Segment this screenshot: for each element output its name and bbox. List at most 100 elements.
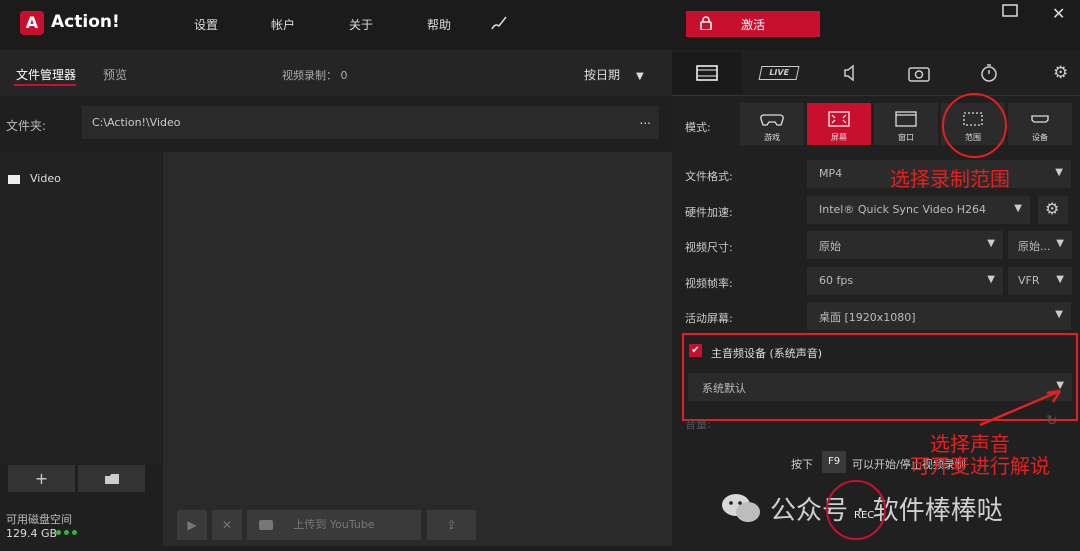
- folder-path-field[interactable]: C:\Action!\Video ...: [82, 106, 659, 139]
- timer-icon: [981, 64, 997, 82]
- chevron-down-icon: ▼: [636, 71, 644, 82]
- hint-press: 按下: [791, 458, 813, 471]
- window-icon: [895, 111, 917, 127]
- audio-checkbox[interactable]: ✔: [689, 344, 702, 357]
- hw-accel-label: 硬件加速:: [685, 206, 733, 219]
- framerate-value: 60 fps: [819, 274, 854, 287]
- file-format-label: 文件格式:: [685, 170, 733, 183]
- chevron-down-icon: ▼: [1055, 309, 1063, 320]
- mode-device-label: 设备: [1032, 133, 1048, 142]
- annotation-select-range: 选择录制范围: [890, 167, 1010, 191]
- upload-youtube-button[interactable]: 上传到 YouTube: [247, 510, 421, 540]
- volume-label: 音量:: [685, 418, 711, 431]
- video-size-dropdown[interactable]: 原始 ▼: [807, 231, 1003, 259]
- browse-button[interactable]: ...: [640, 113, 651, 127]
- active-screen-dropdown[interactable]: 桌面 [1920x1080] ▼: [807, 302, 1071, 330]
- mode-screen-button[interactable]: 屏幕: [807, 103, 871, 145]
- title-bar: [0, 0, 1080, 50]
- chevron-down-icon: ▼: [1056, 238, 1064, 249]
- tab-file-manager[interactable]: 文件管理器: [16, 66, 76, 83]
- annotation-arrow: [979, 389, 1062, 427]
- menu-settings[interactable]: 设置: [194, 16, 218, 33]
- brush-icon[interactable]: [490, 14, 508, 35]
- close-icon[interactable]: ✕: [1052, 4, 1065, 23]
- tab-settings[interactable]: ⚙: [1025, 52, 1080, 94]
- menu-help[interactable]: 帮助: [427, 16, 451, 33]
- menu-about[interactable]: 关于: [349, 16, 373, 33]
- video-icon: [696, 65, 718, 81]
- disk-space-label: 可用磁盘空间: [6, 513, 72, 526]
- recording-count: 视频录制： 0: [282, 69, 348, 82]
- menu-account[interactable]: 帐户: [271, 16, 295, 33]
- hw-accel-value: Intel® Quick Sync Video H264: [819, 203, 987, 216]
- framerate-dropdown[interactable]: 60 fps ▼: [807, 267, 1003, 295]
- audio-icon: [844, 64, 854, 82]
- camera-icon: [908, 67, 930, 82]
- tab-screenshot[interactable]: [884, 52, 954, 94]
- folder-home-icon: [104, 474, 119, 484]
- mode-device-button[interactable]: 设备: [1008, 103, 1072, 145]
- video-size-value: 原始: [819, 240, 841, 253]
- mode-game-label: 游戏: [764, 133, 780, 142]
- video-size-secondary-dropdown[interactable]: 原始... ▼: [1008, 231, 1072, 259]
- mode-screen-label: 屏幕: [831, 133, 847, 142]
- file-list-area: [163, 152, 672, 546]
- folder-icon: [8, 174, 20, 184]
- play-button[interactable]: ▶: [177, 510, 207, 540]
- tab-video[interactable]: [672, 52, 742, 94]
- add-folder-button[interactable]: +: [8, 465, 75, 492]
- divider: [672, 95, 1080, 96]
- video-size-secondary-value: 原始...: [1018, 240, 1051, 253]
- youtube-icon: [259, 520, 273, 530]
- activate-button[interactable]: 激活: [686, 11, 820, 37]
- annotation-narrate: 可开麦进行解说: [910, 454, 1050, 478]
- mode-window-label: 窗口: [898, 133, 914, 142]
- tab-live[interactable]: LIVE: [744, 52, 814, 94]
- hw-accel-settings-button[interactable]: ⚙: [1038, 196, 1068, 224]
- watermark-text: 公众号 · 软件棒棒哒: [770, 496, 1003, 526]
- sort-dropdown[interactable]: 按日期 ▼: [584, 66, 644, 83]
- folder-path-value: C:\Action!\Video: [92, 116, 181, 129]
- gear-icon: ⚙: [1053, 63, 1069, 83]
- app-title: Action!: [51, 12, 120, 32]
- hdmi-icon: [1031, 115, 1049, 123]
- app-logo: [20, 11, 44, 35]
- export-button[interactable]: ⇪: [427, 510, 476, 540]
- gamepad-icon: [760, 114, 784, 126]
- disk-dot: [64, 530, 69, 535]
- upload-label: 上传到 YouTube: [293, 518, 375, 531]
- active-tab-underline: [14, 84, 76, 86]
- annotation-circle: [942, 93, 1007, 158]
- tree-item-video[interactable]: Video: [8, 172, 61, 185]
- chevron-down-icon: ▼: [1056, 274, 1064, 285]
- framerate-mode-value: VFR: [1018, 274, 1040, 287]
- active-screen-value: 桌面 [1920x1080]: [819, 311, 916, 324]
- tab-preview[interactable]: 预览: [103, 66, 127, 83]
- chevron-down-icon: ▼: [987, 238, 995, 249]
- framerate-label: 视频帧率:: [685, 277, 733, 290]
- mode-window-button[interactable]: 窗口: [874, 103, 938, 145]
- framerate-mode-dropdown[interactable]: VFR ▼: [1008, 267, 1072, 295]
- delete-button[interactable]: ✕: [212, 510, 242, 540]
- hw-accel-dropdown[interactable]: Intel® Quick Sync Video H264 ▼: [807, 196, 1030, 224]
- video-size-label: 视频尺寸:: [685, 241, 733, 254]
- wechat-icon: [720, 492, 762, 524]
- chevron-down-icon: ▼: [1014, 203, 1022, 214]
- mode-game-button[interactable]: 游戏: [740, 103, 804, 145]
- file-format-value: MP4: [819, 167, 843, 180]
- maximize-icon[interactable]: [1002, 4, 1018, 22]
- tab-audio[interactable]: [814, 52, 884, 94]
- hotkey-badge: F9: [822, 451, 846, 473]
- sort-label: 按日期: [584, 68, 621, 82]
- disk-dot: [72, 530, 77, 535]
- active-screen-label: 活动屏幕:: [685, 312, 733, 325]
- folder-tree: [0, 152, 162, 464]
- disk-space-value: 129.4 GB: [6, 527, 58, 540]
- tab-timer[interactable]: [954, 52, 1024, 94]
- disk-dot: [56, 530, 61, 535]
- chevron-down-icon: ▼: [1055, 167, 1063, 178]
- audio-device-label: 主音频设备 (系统声音): [711, 347, 823, 360]
- fullscreen-icon: [828, 111, 850, 127]
- mode-label: 模式:: [685, 121, 711, 134]
- home-folder-button[interactable]: [78, 465, 145, 492]
